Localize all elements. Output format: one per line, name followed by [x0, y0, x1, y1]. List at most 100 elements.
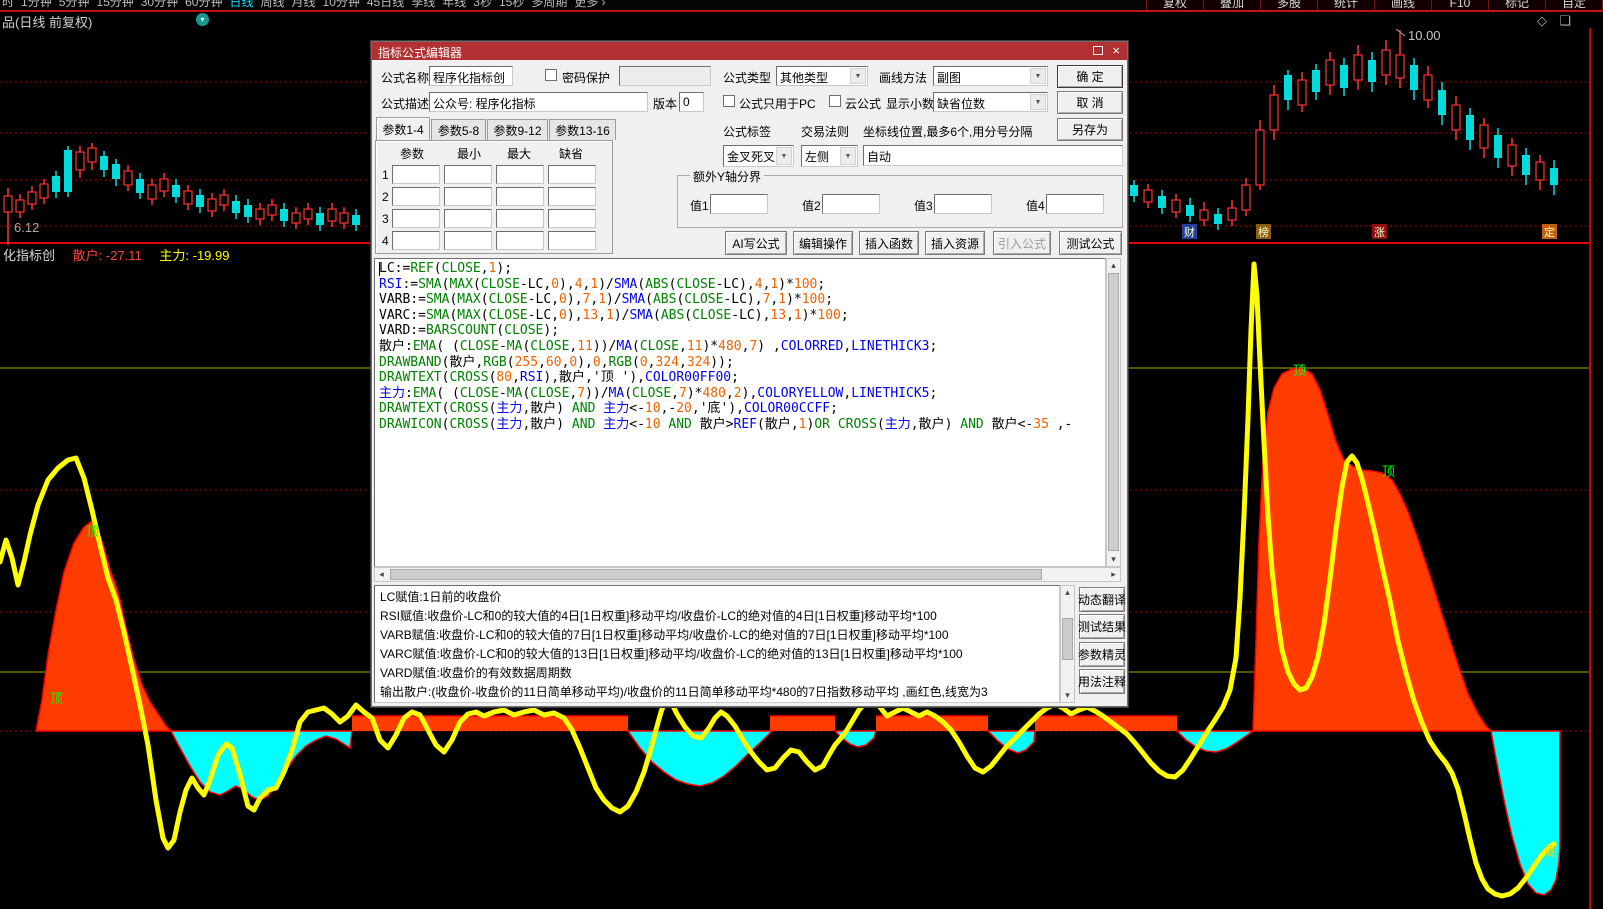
chevron-down-icon[interactable]: ▼ [1030, 68, 1046, 84]
period-item[interactable]: 多周期 [531, 0, 567, 10]
scroll-down-icon[interactable]: ▾ [1107, 553, 1120, 566]
version-input[interactable]: 0 [679, 92, 704, 112]
code-horizontal-scrollbar[interactable]: ◂ ▸ [374, 567, 1121, 582]
tab-param-4[interactable]: 参数13-16 [549, 119, 616, 140]
password-checkbox[interactable] [545, 69, 557, 81]
chevron-down-icon[interactable]: ▼ [840, 147, 856, 165]
param-input[interactable] [392, 187, 440, 206]
svg-text:涨: 涨 [1374, 226, 1385, 239]
cancel-button[interactable]: 取 消 [1057, 91, 1123, 114]
period-item[interactable]: 周线 [260, 0, 284, 10]
tab-param-3[interactable]: 参数9-12 [487, 119, 548, 140]
tab-param-1[interactable]: 参数1-4 [376, 117, 430, 140]
param-input[interactable] [496, 231, 544, 250]
coord-input[interactable]: 自动 [863, 145, 1123, 166]
param-input[interactable] [548, 187, 596, 206]
param-table: 参数最小最大缺省1234 [375, 140, 613, 254]
y-value-input[interactable] [822, 194, 880, 214]
svg-text:顶: 顶 [86, 524, 99, 539]
tag-select[interactable]: 金叉死叉▼ [723, 145, 794, 167]
formula-type-select[interactable]: 其他类型▼ [776, 66, 868, 86]
action-button-6[interactable]: 测试公式 [1059, 231, 1122, 255]
y-value-label: 值2 [802, 197, 821, 214]
param-input[interactable] [392, 165, 440, 184]
period-item[interactable]: 年线 [442, 0, 466, 10]
diamond-icon[interactable]: ◇ [1537, 13, 1547, 29]
save-as-button[interactable]: 另存为 [1057, 118, 1123, 141]
period-item[interactable]: 30分钟 [141, 0, 178, 10]
side-button-3[interactable]: 参数精灵 [1079, 642, 1125, 667]
translation-scrollbar[interactable]: ▴ ▾ [1060, 585, 1075, 703]
period-item[interactable]: 月线 [292, 0, 316, 10]
scroll-down-icon[interactable]: ▾ [1061, 689, 1074, 702]
paint-method-select[interactable]: 副图▼ [933, 66, 1048, 86]
period-item[interactable]: 15秒 [499, 0, 524, 10]
param-input[interactable] [444, 165, 492, 184]
param-input[interactable] [496, 165, 544, 184]
scrollbar-thumb[interactable] [1108, 273, 1119, 551]
y-value-input[interactable] [1046, 194, 1104, 214]
chevron-down-icon[interactable]: ▼ [850, 68, 866, 84]
translation-line: LC赋值:1日前的收盘价 [380, 588, 1059, 607]
period-item[interactable]: 时 [2, 0, 14, 10]
action-button-1[interactable]: AI写公式 [725, 231, 787, 255]
pc-only-checkbox[interactable] [723, 95, 735, 107]
param-col-header: 缺省 [559, 145, 583, 162]
close-icon[interactable]: × [1112, 43, 1120, 58]
action-button-2[interactable]: 编辑操作 [793, 231, 853, 255]
y-value-input[interactable] [710, 194, 768, 214]
chevron-down-icon[interactable]: ▼ [776, 147, 792, 165]
app-window: 财榜涨定6.1210.00顶顶顶顶底 时1分钟5分钟15分钟30分钟60分钟日线… [0, 0, 1603, 909]
param-input[interactable] [496, 209, 544, 228]
tab-param-2[interactable]: 参数5-8 [431, 119, 486, 140]
chevron-down-icon[interactable]: ▼ [1030, 94, 1046, 110]
period-item[interactable]: 日线 [229, 0, 253, 10]
side-button-4[interactable]: 用法注释 [1079, 669, 1125, 694]
param-input[interactable] [496, 187, 544, 206]
param-input[interactable] [548, 231, 596, 250]
side-button-1[interactable]: 动态翻译 [1079, 587, 1125, 612]
rule-select[interactable]: 左侧▼ [801, 145, 858, 167]
param-input[interactable] [548, 165, 596, 184]
decimal-select[interactable]: 缺省位数▼ [933, 92, 1048, 112]
scroll-left-icon[interactable]: ◂ [375, 568, 388, 581]
param-input[interactable] [392, 209, 440, 228]
param-input[interactable] [392, 231, 440, 250]
y-value-label: 值4 [1026, 197, 1045, 214]
window-icon[interactable]: ❏ [1559, 13, 1571, 29]
code-vertical-scrollbar[interactable]: ▴ ▾ [1106, 258, 1121, 567]
scroll-right-icon[interactable]: ▸ [1107, 568, 1120, 581]
maximize-icon[interactable] [1093, 46, 1103, 55]
param-input[interactable] [444, 231, 492, 250]
formula-name-input[interactable]: 程序化指标创 [429, 66, 513, 86]
ok-button[interactable]: 确 定 [1057, 65, 1123, 88]
action-button-4[interactable]: 插入资源 [925, 231, 985, 255]
dropdown-circle-icon[interactable]: ▾ [196, 13, 209, 26]
scrollbar-thumb[interactable] [1062, 618, 1073, 660]
period-item[interactable]: 45日线 [367, 0, 404, 10]
scrollbar-thumb[interactable] [390, 569, 1042, 580]
param-input[interactable] [548, 209, 596, 228]
period-item[interactable]: 10分钟 [323, 0, 360, 10]
y-value-input[interactable] [934, 194, 992, 214]
text-caret [379, 262, 380, 276]
formula-desc-input[interactable]: 公众号: 程序化指标 [429, 92, 648, 112]
indicator-caption: 化指标创 散户: -27.11 主力: -19.99 [3, 245, 229, 264]
formula-code-editor[interactable]: LC:=REF(CLOSE,1);RSI:=SMA(MAX(CLOSE-LC,0… [374, 258, 1106, 567]
period-item[interactable]: 更多 › [574, 0, 605, 10]
dialog-titlebar[interactable]: 指标公式编辑器 × [372, 42, 1127, 60]
action-button-3[interactable]: 插入函数 [859, 231, 919, 255]
side-button-2[interactable]: 测试结果 [1079, 614, 1125, 639]
cloud-checkbox[interactable] [829, 95, 841, 107]
period-item[interactable]: 3秒 [473, 0, 492, 10]
period-item[interactable]: 15分钟 [96, 0, 133, 10]
symbol-label: 品(日线 前复权) [2, 12, 92, 31]
period-item[interactable]: 1分钟 [21, 0, 52, 10]
param-input[interactable] [444, 187, 492, 206]
scroll-up-icon[interactable]: ▴ [1061, 586, 1074, 599]
period-item[interactable]: 季线 [411, 0, 435, 10]
period-item[interactable]: 5分钟 [59, 0, 90, 10]
param-input[interactable] [444, 209, 492, 228]
period-item[interactable]: 60分钟 [185, 0, 222, 10]
scroll-up-icon[interactable]: ▴ [1107, 259, 1120, 272]
